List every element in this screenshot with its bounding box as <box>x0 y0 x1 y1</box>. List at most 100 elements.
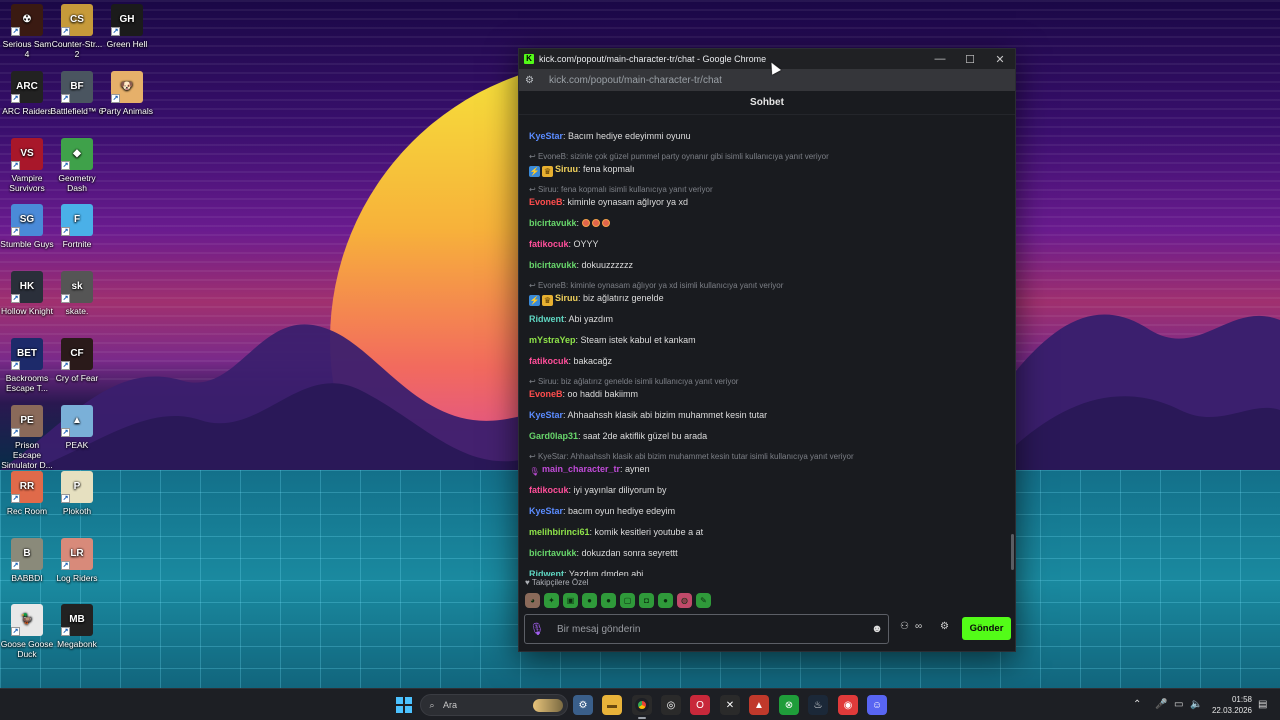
chat-message[interactable]: Ridwent: Abi yazdım <box>529 314 613 324</box>
game-launcher-icon[interactable]: ◉ <box>838 695 858 715</box>
chat-message[interactable]: KyeStar: Bacım hediye edeyimmi oyunu <box>529 131 691 141</box>
emote-picker-item[interactable]: ● <box>601 593 616 608</box>
chat-username[interactable]: Gard0lap31 <box>529 431 578 441</box>
desktop-icon[interactable]: MB ↗ Megabonk <box>50 604 104 649</box>
infinity-icon[interactable]: ∞ <box>915 621 922 632</box>
desktop-icon[interactable]: PE ↗ Prison Escape Simulator D... <box>0 405 54 470</box>
site-settings-icon[interactable]: ⚙ <box>525 75 539 86</box>
chat-message[interactable]: KyeStar: Ahhaahssh klasik abi bizim muha… <box>529 410 767 420</box>
windows-start-icon[interactable] <box>396 697 412 713</box>
emote-picker-item[interactable]: ◘ <box>639 593 654 608</box>
chat-message[interactable]: fatikocuk: bakacağz <box>529 356 612 366</box>
maximize-icon[interactable]: ☐ <box>955 49 985 69</box>
chat-username[interactable]: EvoneB <box>529 197 563 207</box>
emote-picker-item[interactable]: ▢ <box>620 593 635 608</box>
chat-username[interactable]: bicirtavukk <box>529 548 577 558</box>
emote-picker-item[interactable]: ● <box>658 593 673 608</box>
chat-scrollbar[interactable] <box>1011 534 1014 570</box>
chat-message[interactable]: bicirtavukk: <box>529 218 612 228</box>
chat-username[interactable]: KyeStar <box>529 506 563 516</box>
desktop-icon[interactable]: ◆ ↗ Geometry Dash <box>50 138 104 193</box>
chat-message[interactable]: ⚡ ♛ Siruu: fena kopmalı <box>529 164 635 177</box>
desktop-icon[interactable]: 🐶 ↗ Party Animals <box>100 71 154 116</box>
microphone-icon[interactable]: 🎙 <box>525 622 549 636</box>
desktop-icon[interactable]: sk ↗ skate. <box>50 271 104 316</box>
chat-message[interactable]: fatikocuk: OYYY <box>529 239 599 249</box>
chat-message[interactable]: melihbirinci61: komik kesitleri youtube … <box>529 527 703 537</box>
chat-message[interactable]: bicirtavukk: dokuzdan sonra seyrettt <box>529 548 678 558</box>
kicks-icon[interactable]: ⚇ <box>900 621 909 632</box>
taskbar-clock[interactable]: 01:58 22.03.2026 <box>1206 694 1252 716</box>
emote-picker-item[interactable]: ◍ <box>677 593 692 608</box>
chat-message-list[interactable]: KyeStar: Bacım hediye edeyimmi oyunu ↩ Ev… <box>519 116 1015 576</box>
chat-message[interactable]: mYstraYep: Steam istek kabul et kankam <box>529 335 696 345</box>
desktop-icon[interactable]: SG ↗ Stumble Guys <box>0 204 54 249</box>
chat-username[interactable]: Siruu <box>555 164 578 174</box>
desktop-icon[interactable]: HK ↗ Hollow Knight <box>0 271 54 316</box>
emote-picker-item[interactable]: ◕ <box>525 593 540 608</box>
chat-message[interactable]: Ridwent: Yazdım dmden abi <box>529 569 643 576</box>
chat-username[interactable]: Ridwent <box>529 569 564 576</box>
desktop-icon[interactable]: BET ↗ Backrooms Escape T... <box>0 338 54 393</box>
chat-username[interactable]: bicirtavukk <box>529 260 577 270</box>
chat-username[interactable]: EvoneB <box>529 389 563 399</box>
steam-icon[interactable]: ♨ <box>808 695 828 715</box>
minimize-icon[interactable]: — <box>925 49 955 69</box>
desktop-icon[interactable]: F ↗ Fortnite <box>50 204 104 249</box>
chat-message[interactable]: fatikocuk: iyi yayınlar diliyorum by <box>529 485 667 495</box>
chat-username[interactable]: fatikocuk <box>529 239 569 249</box>
chat-message[interactable]: 🎙 main_character_tr: aynen <box>529 464 649 477</box>
emote-picker-item[interactable]: ▣ <box>563 593 578 608</box>
network-icon[interactable]: ▭ <box>1174 699 1183 710</box>
chat-username[interactable]: Siruu <box>555 293 578 303</box>
notification-icon[interactable]: ▤ <box>1258 699 1267 710</box>
chat-message[interactable]: Gard0lap31: saat 2de aktiflik güzel bu a… <box>529 431 707 441</box>
volume-icon[interactable]: 🔈 <box>1190 699 1202 710</box>
desktop-icon[interactable]: ▲ ↗ PEAK <box>50 405 104 450</box>
chat-username[interactable]: bicirtavukk <box>529 218 577 228</box>
send-button[interactable]: Gönder <box>962 617 1011 640</box>
desktop-icon[interactable]: ARC ↗ ARC Raiders <box>0 71 54 116</box>
app-red-icon[interactable]: ▲ <box>749 695 769 715</box>
emote-picker-item[interactable]: ✦ <box>544 593 559 608</box>
tray-chevron-icon[interactable]: ⌃ <box>1133 699 1141 710</box>
emote-picker-item[interactable]: ● <box>582 593 597 608</box>
desktop-icon[interactable]: CS ↗ Counter-Str... 2 <box>50 4 104 59</box>
chrome-alt-icon[interactable]: ◎ <box>661 695 681 715</box>
desktop-icon[interactable]: LR ↗ Log Riders <box>50 538 104 583</box>
desktop-icon[interactable]: RR ↗ Rec Room <box>0 471 54 516</box>
desktop-icon[interactable]: B ↗ BABBDI <box>0 538 54 583</box>
settings-app-icon[interactable]: ⚙ <box>573 695 593 715</box>
chrome-icon[interactable] <box>632 695 652 715</box>
chat-message[interactable]: ⚡ ♛ Siruu: biz ağlatırız genelde <box>529 293 664 306</box>
chat-message[interactable]: EvoneB: oo haddi bakiimm <box>529 389 638 399</box>
chat-message[interactable]: bicirtavukk: dokuuzzzzzz <box>529 260 633 270</box>
chat-username[interactable]: mYstraYep <box>529 335 576 345</box>
chat-username[interactable]: KyeStar <box>529 410 563 420</box>
settings-gear-icon[interactable]: ⚙ <box>940 621 949 632</box>
chat-username[interactable]: melihbirinci61 <box>529 527 590 537</box>
desktop-icon[interactable]: BF ↗ Battlefield™ 6 <box>50 71 104 116</box>
xbox-small-icon[interactable]: ✕ <box>720 695 740 715</box>
chat-message[interactable]: EvoneB: kiminle oynasam ağlıyor ya xd <box>529 197 688 207</box>
chat-message[interactable]: KyeStar: bacım oyun hediye edeyim <box>529 506 675 516</box>
microphone-tray-icon[interactable]: 🎤 <box>1155 699 1167 710</box>
chat-input[interactable] <box>549 623 866 635</box>
chat-username[interactable]: KyeStar <box>529 131 563 141</box>
desktop-icon[interactable]: CF ↗ Cry of Fear <box>50 338 104 383</box>
emoji-icon[interactable]: ☻ <box>866 623 888 635</box>
taskbar-search[interactable]: ⌕ Ara <box>420 694 568 716</box>
close-icon[interactable]: ✕ <box>985 49 1015 69</box>
desktop-icon[interactable]: GH ↗ Green Hell <box>100 4 154 49</box>
chat-username[interactable]: fatikocuk <box>529 356 569 366</box>
address-bar[interactable]: ⚙ kick.com/popout/main-character-tr/chat <box>519 69 1015 91</box>
file-explorer-icon[interactable]: ▬ <box>602 695 622 715</box>
discord-icon[interactable]: ☺ <box>867 695 887 715</box>
chat-username[interactable]: main_character_tr <box>542 464 620 474</box>
desktop-icon[interactable]: ☢ ↗ Serious Sam 4 <box>0 4 54 59</box>
emote-picker-item[interactable]: ✎ <box>696 593 711 608</box>
chat-username[interactable]: fatikocuk <box>529 485 569 495</box>
desktop-icon[interactable]: 🦆 ↗ Goose Goose Duck <box>0 604 54 659</box>
desktop-icon[interactable]: VS ↗ Vampire Survivors <box>0 138 54 193</box>
desktop-icon[interactable]: P ↗ Plokoth <box>50 471 104 516</box>
